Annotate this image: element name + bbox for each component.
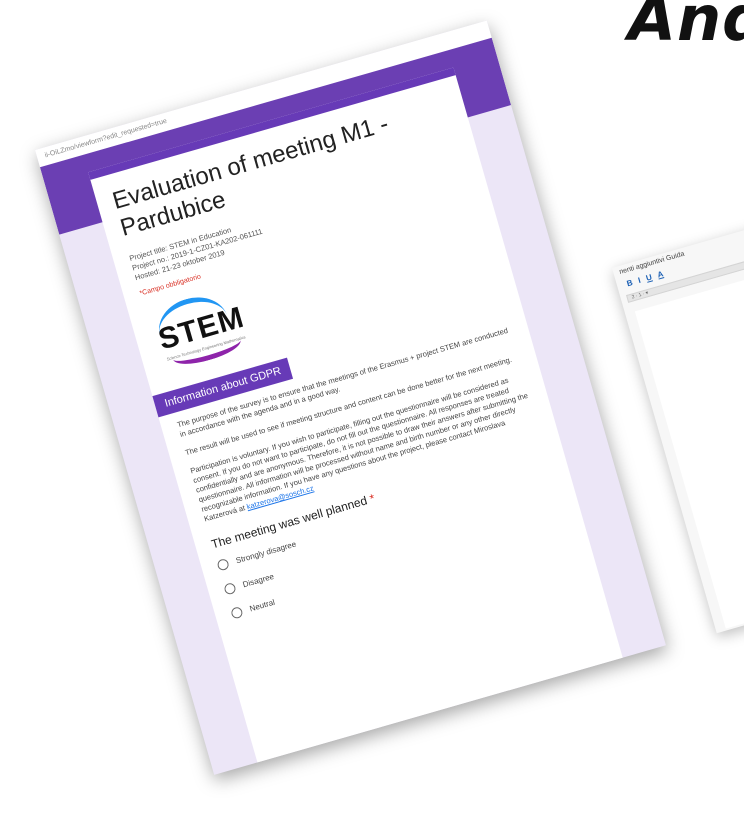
option-label: Strongly disagree xyxy=(234,539,298,566)
stem-logo: STEM Science Technology Engineering Math… xyxy=(144,277,269,375)
underline-button[interactable]: U xyxy=(645,273,653,283)
radio-button[interactable] xyxy=(230,605,244,620)
radio-button[interactable] xyxy=(223,581,237,596)
form-card: Evaluation of meeting M1 - Pardubice Pro… xyxy=(88,67,630,775)
required-star: * xyxy=(368,491,377,506)
bold-button[interactable]: B xyxy=(626,278,634,288)
option-disagree[interactable]: Disagree xyxy=(223,489,561,596)
italic-button[interactable]: I xyxy=(637,276,642,285)
option-label: Neutral xyxy=(248,597,276,614)
form-screenshot: ii-OiLZmo/viewform?edit_requested=true E… xyxy=(35,20,666,775)
headline-text: And xyxy=(628,0,744,55)
option-label: Disagree xyxy=(241,571,275,590)
editor-page[interactable] xyxy=(634,267,744,629)
text-color-button[interactable]: A xyxy=(656,269,664,279)
radio-button[interactable] xyxy=(216,557,230,572)
